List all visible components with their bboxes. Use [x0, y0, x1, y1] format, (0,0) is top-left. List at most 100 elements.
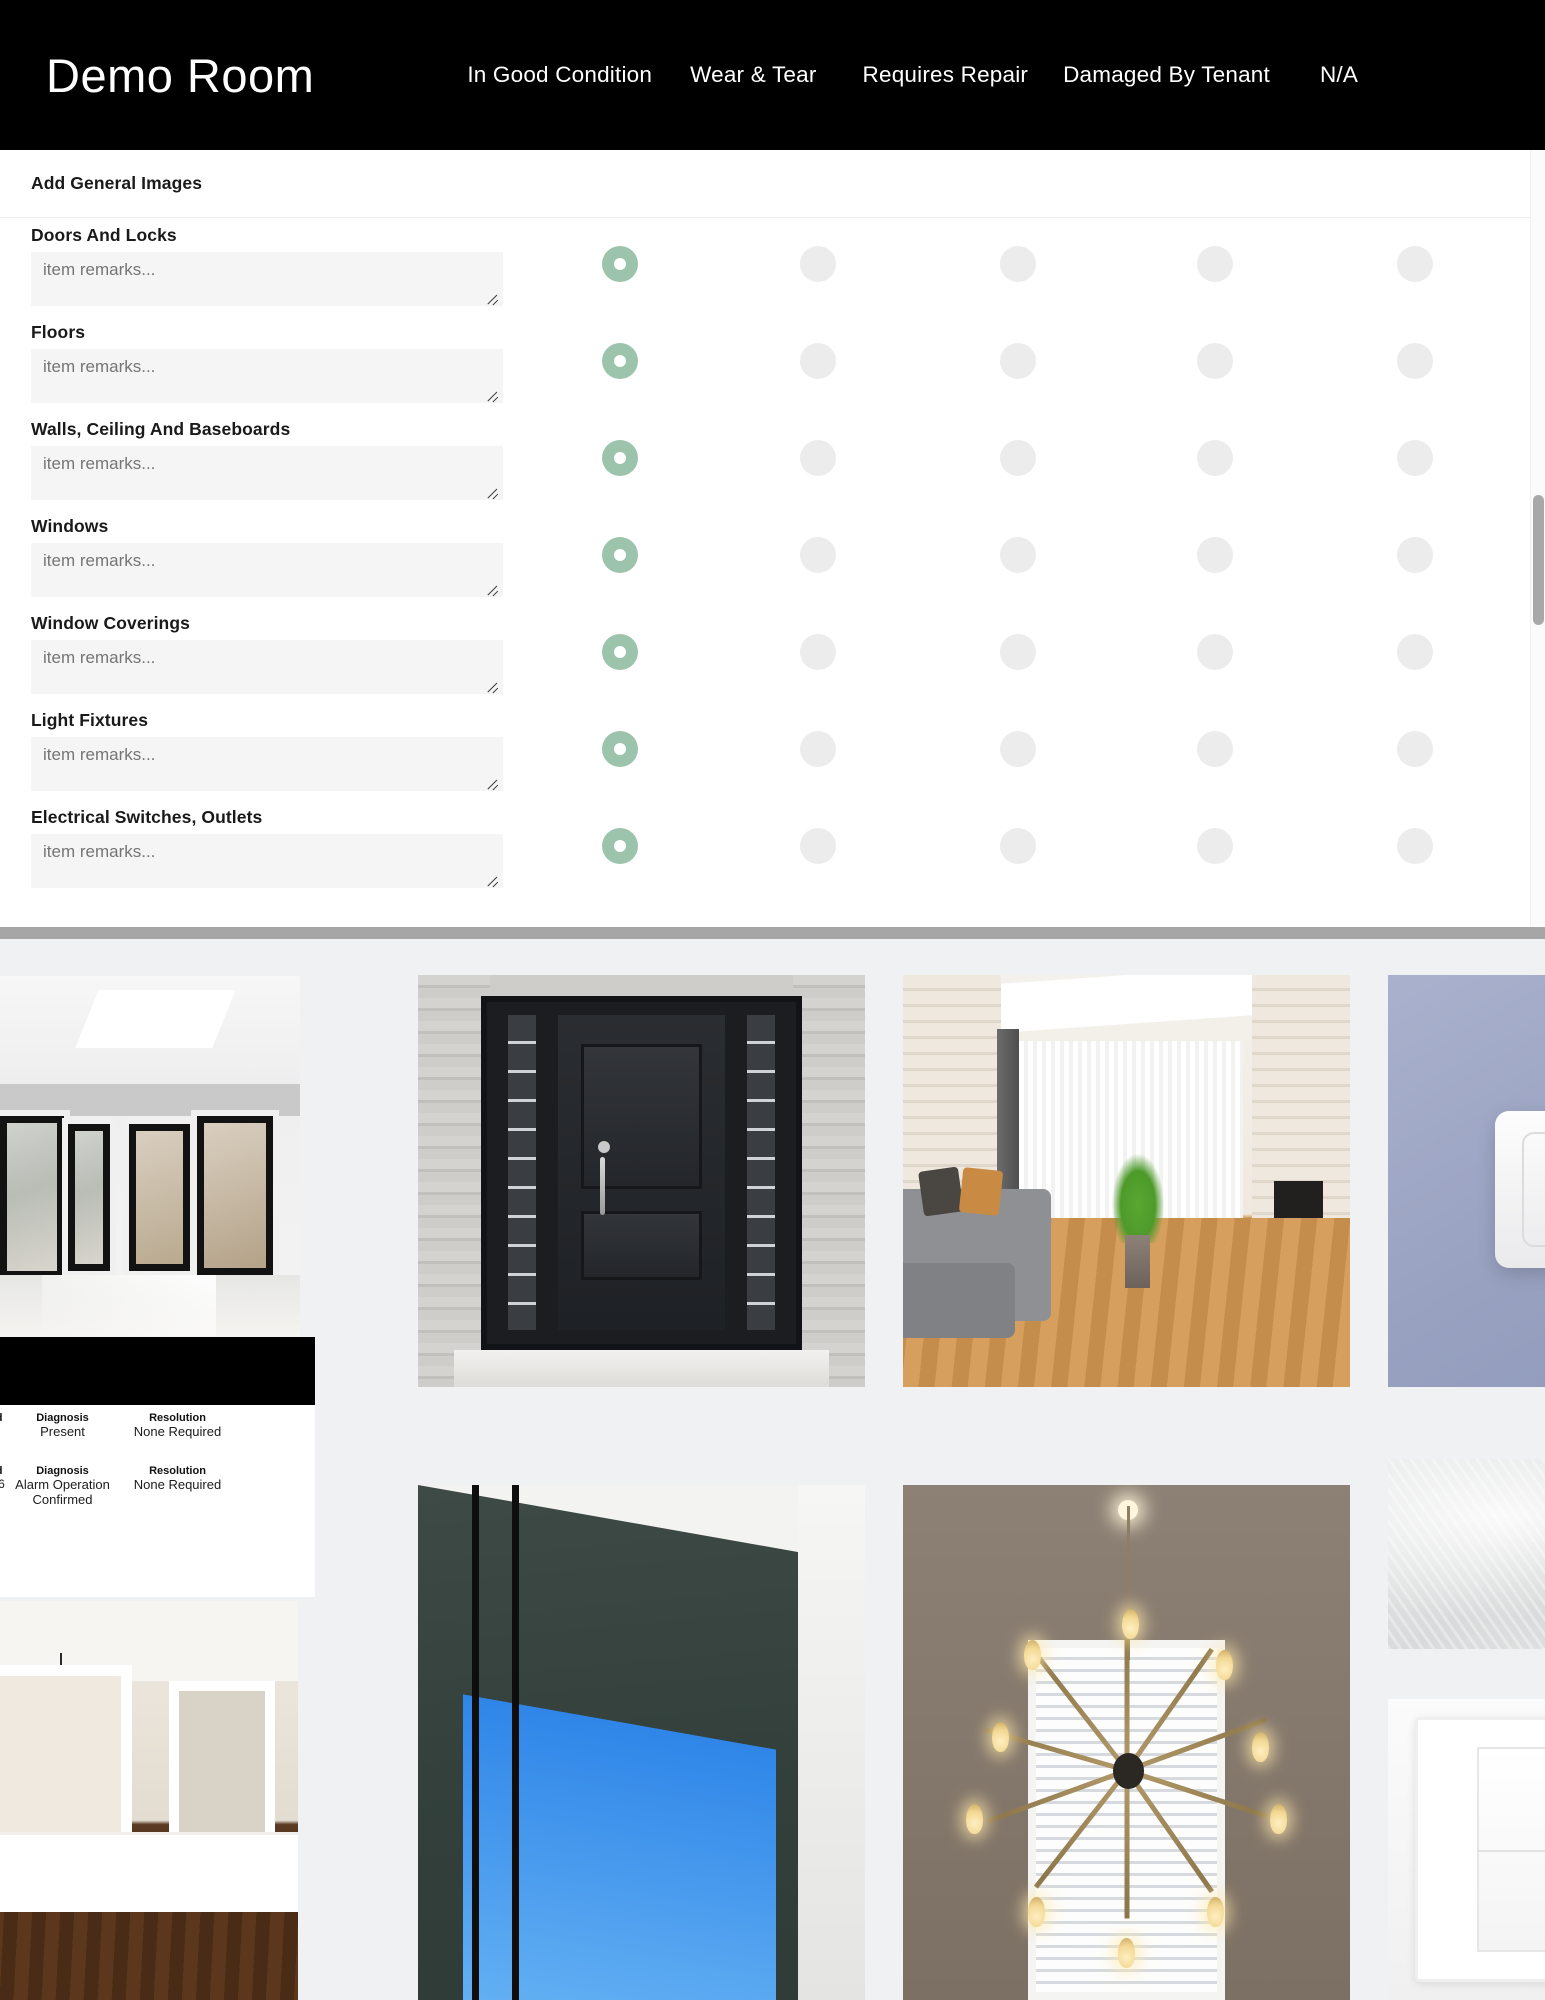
item-label: Walls, Ceiling And Baseboards [31, 419, 291, 439]
radio-wear-and-tear[interactable] [800, 343, 836, 379]
item-remarks-input[interactable] [31, 252, 503, 306]
radio-na[interactable] [1397, 537, 1433, 573]
item-left-column: Electrical Switches, Outlets [31, 800, 503, 888]
radio-damaged-by-tenant[interactable] [1197, 246, 1233, 282]
radio-wear-and-tear[interactable] [800, 828, 836, 864]
report-resolution-value: None Required [133, 1423, 222, 1439]
report-diagnosis-value: Present [40, 1423, 85, 1439]
radio-in-good-condition[interactable] [602, 343, 638, 379]
item-remarks-input[interactable] [31, 640, 503, 694]
item-label: Doors And Locks [31, 225, 177, 245]
radio-damaged-by-tenant[interactable] [1197, 537, 1233, 573]
radio-wear-and-tear[interactable] [800, 731, 836, 767]
report-diagnosis-label: Diagnosis [36, 1412, 89, 1424]
item-remarks-input[interactable] [31, 543, 503, 597]
photo-black-front-door [418, 975, 865, 1387]
item-label: Window Coverings [31, 613, 190, 633]
item-remarks-input[interactable] [31, 446, 503, 500]
inspection-item-row: Windows [0, 509, 1530, 606]
gallery-tile-black-front-door[interactable] [418, 975, 865, 1387]
photo-sputnik-chandelier-blinds [903, 1485, 1350, 2000]
radio-damaged-by-tenant[interactable] [1197, 440, 1233, 476]
radio-damaged-by-tenant[interactable] [1197, 828, 1233, 864]
form-vertical-scrollbar[interactable] [1530, 150, 1545, 927]
condition-option-na[interactable]: N/A [1320, 62, 1358, 88]
item-left-column: Doors And Locks [31, 218, 503, 306]
report-diagnosis-label: Diagnosis [36, 1465, 89, 1477]
item-left-column: Window Coverings [31, 606, 503, 694]
radio-na[interactable] [1397, 246, 1433, 282]
report-diagnosis-value: Alarm Operation Confirmed [15, 1476, 110, 1507]
radio-requires-repair[interactable] [1000, 731, 1036, 767]
radio-in-good-condition[interactable] [602, 440, 638, 476]
gallery-tile-sputnik-chandelier-blinds[interactable] [903, 1485, 1350, 2000]
radio-in-good-condition[interactable] [602, 246, 638, 282]
radio-na[interactable] [1397, 634, 1433, 670]
radio-requires-repair[interactable] [1000, 537, 1036, 573]
radio-in-good-condition[interactable] [602, 731, 638, 767]
radio-requires-repair[interactable] [1000, 246, 1036, 282]
radio-wear-and-tear[interactable] [800, 634, 836, 670]
add-general-images-row[interactable]: Add General Images [0, 150, 1530, 218]
photo-stone-texture-swatch [1388, 1459, 1545, 1649]
gallery-tile-dining-room-chandelier[interactable] [0, 1601, 298, 2000]
item-remarks-input[interactable] [31, 834, 503, 888]
inspection-item-row: Doors And Locks [0, 218, 1530, 315]
photo-white-dimmer-switch [1388, 975, 1545, 1387]
item-remarks-input[interactable] [31, 737, 503, 791]
radio-requires-repair[interactable] [1000, 634, 1036, 670]
image-gallery: Battery Replaced ! Diagnosis Present Res… [0, 939, 1545, 2000]
gallery-tile-stone-texture-swatch[interactable] [1388, 1459, 1545, 1649]
radio-wear-and-tear[interactable] [800, 440, 836, 476]
radio-requires-repair[interactable] [1000, 440, 1036, 476]
report-resolution-label: Resolution [149, 1412, 206, 1424]
radio-damaged-by-tenant[interactable] [1197, 731, 1233, 767]
radio-wear-and-tear[interactable] [800, 246, 836, 282]
gallery-tile-living-room-hardwood-floor[interactable] [903, 975, 1350, 1387]
condition-option-damaged-by-tenant[interactable]: Damaged By Tenant [1063, 62, 1270, 88]
item-label: Light Fixtures [31, 710, 149, 730]
item-left-column: Walls, Ceiling And Baseboards [31, 412, 503, 500]
inspection-item-row: Light Fixtures [0, 703, 1530, 800]
radio-in-good-condition[interactable] [602, 828, 638, 864]
condition-radio-group [560, 606, 1433, 703]
radio-na[interactable] [1397, 731, 1433, 767]
condition-radio-group [560, 509, 1433, 606]
panel-divider-scrollbar[interactable] [0, 927, 1545, 939]
condition-radio-group [560, 315, 1433, 412]
radio-requires-repair[interactable] [1000, 828, 1036, 864]
form-scrollbar-thumb[interactable] [1533, 495, 1544, 625]
photo-smoke-detector-report: Battery Replaced ! Diagnosis Present Res… [0, 1337, 315, 1597]
condition-option-in-good-condition[interactable]: In Good Condition [467, 62, 652, 88]
condition-radio-group [560, 800, 1433, 897]
radio-damaged-by-tenant[interactable] [1197, 343, 1233, 379]
radio-in-good-condition[interactable] [602, 634, 638, 670]
radio-wear-and-tear[interactable] [800, 537, 836, 573]
photo-empty-sunroom-windows [0, 976, 300, 1336]
gallery-tile-white-rocker-switch[interactable] [1388, 1699, 1545, 2000]
inspection-item-row: Floors [0, 315, 1530, 412]
radio-na[interactable] [1397, 440, 1433, 476]
photo-glass-window-sky [418, 1485, 865, 2000]
gallery-tile-white-dimmer-switch[interactable] [1388, 975, 1545, 1387]
inspection-form-panel: Add General Images Doors And Locks Floor… [0, 150, 1530, 927]
condition-radio-group [560, 703, 1433, 800]
radio-damaged-by-tenant[interactable] [1197, 634, 1233, 670]
radio-na[interactable] [1397, 828, 1433, 864]
item-label: Floors [31, 322, 86, 342]
condition-radio-group [560, 412, 1433, 509]
radio-requires-repair[interactable] [1000, 343, 1036, 379]
item-left-column: Windows [31, 509, 503, 597]
radio-na[interactable] [1397, 343, 1433, 379]
photo-white-rocker-switch [1388, 1699, 1545, 2000]
inspection-item-row: Walls, Ceiling And Baseboards [0, 412, 1530, 509]
gallery-tile-glass-window-sky[interactable] [418, 1485, 865, 2000]
condition-option-wear-and-tear[interactable]: Wear & Tear [690, 62, 816, 88]
report-row: Battery Replaced ! Diagnosis Present Res… [0, 1405, 315, 1458]
item-label: Windows [31, 516, 109, 536]
gallery-tile-smoke-detector-report[interactable]: Battery Replaced ! Diagnosis Present Res… [0, 1337, 315, 1597]
condition-option-requires-repair[interactable]: Requires Repair [863, 62, 1029, 88]
radio-in-good-condition[interactable] [602, 537, 638, 573]
gallery-tile-empty-sunroom-windows[interactable] [0, 976, 300, 1336]
item-remarks-input[interactable] [31, 349, 503, 403]
